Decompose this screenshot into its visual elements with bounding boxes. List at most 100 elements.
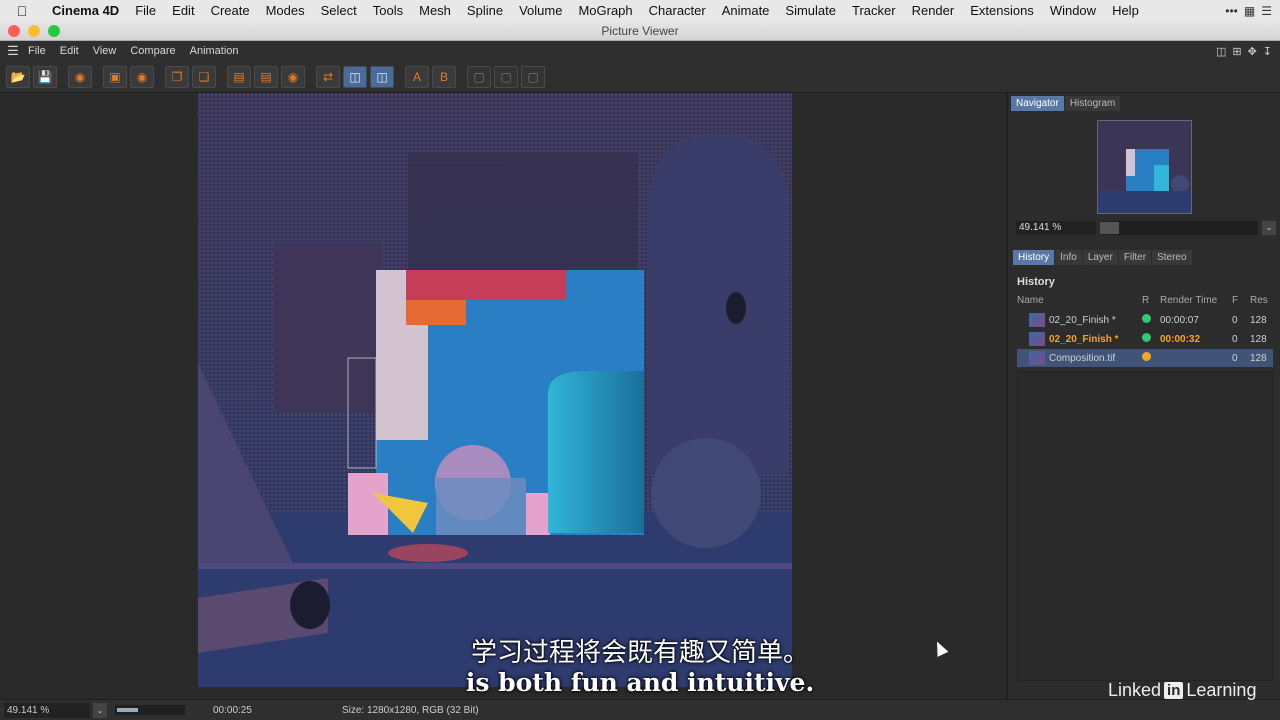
- brand-linked: Linked: [1108, 680, 1162, 700]
- tab-navigator[interactable]: Navigator: [1011, 96, 1064, 111]
- viewer-menu-view[interactable]: View: [91, 45, 125, 57]
- history-thumbnail: [1029, 332, 1045, 346]
- navigator-tabs: Navigator Histogram: [1011, 96, 1121, 111]
- viewer-toolbar: 📂 💾 ◉ ▣ ◉ ❐ ❏ ▤ ▤ ◉ ⇄ ◫ ◫ A B ▢ ▢ ▢: [0, 61, 1280, 93]
- filmstrip-alt-icon[interactable]: ▤: [254, 65, 278, 88]
- new-window-icon[interactable]: ⊞: [1232, 45, 1241, 58]
- history-row-res: 128: [1250, 333, 1267, 345]
- menu-animate[interactable]: Animate: [714, 3, 778, 18]
- menu-file[interactable]: File: [127, 3, 164, 18]
- menu-simulate[interactable]: Simulate: [777, 3, 844, 18]
- history-row-f: 0: [1232, 314, 1238, 326]
- tab-stereo[interactable]: Stereo: [1152, 250, 1192, 265]
- navigator-zoom-row: 49.141 % ⌄: [1016, 220, 1276, 236]
- history-row-name: 02_20_Finish *: [1049, 333, 1119, 345]
- set-a-button[interactable]: A: [405, 65, 429, 88]
- render-progress-fill: [117, 708, 138, 712]
- col-r[interactable]: R: [1142, 295, 1160, 306]
- history-row-res: 128: [1250, 314, 1267, 326]
- menu-window[interactable]: Window: [1042, 3, 1104, 18]
- tab-filter[interactable]: Filter: [1118, 250, 1152, 265]
- zoom-dropdown-icon[interactable]: ⌄: [1262, 221, 1276, 235]
- tab-info[interactable]: Info: [1055, 250, 1082, 265]
- menu-render[interactable]: Render: [904, 3, 963, 18]
- history-row-status: [1142, 333, 1160, 345]
- col-render-time[interactable]: Render Time: [1160, 295, 1232, 306]
- list-icon[interactable]: ☰: [1261, 4, 1272, 18]
- history-row[interactable]: Composition.tif 0 128: [1017, 349, 1273, 367]
- grid-icon[interactable]: ▦: [1244, 4, 1255, 18]
- menu-help[interactable]: Help: [1104, 3, 1147, 18]
- menu-spline[interactable]: Spline: [459, 3, 511, 18]
- split-horizontal-icon[interactable]: ◫: [343, 65, 367, 88]
- split-vertical-icon[interactable]: ◫: [370, 65, 394, 88]
- render-artwork: [198, 93, 792, 687]
- overflow-icon[interactable]: •••: [1225, 4, 1238, 18]
- menu-tracker[interactable]: Tracker: [844, 3, 904, 18]
- navigator-zoom-input[interactable]: 49.141 %: [1016, 221, 1096, 235]
- stereo-right-icon[interactable]: ▢: [521, 65, 545, 88]
- viewer-menu-edit[interactable]: Edit: [58, 45, 87, 57]
- menu-create[interactable]: Create: [203, 3, 258, 18]
- history-row-status: [1142, 352, 1160, 364]
- paste-icon[interactable]: ❏: [192, 65, 216, 88]
- ab-compare-icon[interactable]: ◉: [281, 65, 305, 88]
- menu-mesh[interactable]: Mesh: [411, 3, 459, 18]
- hamburger-icon[interactable]: ☰: [0, 43, 26, 59]
- swap-icon[interactable]: ⇄: [316, 65, 340, 88]
- tab-history[interactable]: History: [1013, 250, 1055, 265]
- subtitle-english: is both fun and intuitive.: [465, 668, 815, 697]
- menu-volume[interactable]: Volume: [511, 3, 570, 18]
- viewer-menu-animation[interactable]: Animation: [188, 45, 247, 57]
- status-dot-icon: [1142, 333, 1151, 342]
- viewer-menu-bar: ☰ File Edit View Compare Animation ◫ ⊞ ✥…: [0, 41, 1280, 61]
- history-row[interactable]: 02_20_Finish * 00:00:32 0 128: [1017, 330, 1273, 348]
- tab-layer[interactable]: Layer: [1082, 250, 1118, 265]
- menu-select[interactable]: Select: [313, 3, 365, 18]
- history-thumbnail: [1029, 313, 1045, 327]
- apple-icon[interactable]: : [0, 3, 44, 19]
- window-title: Picture Viewer: [601, 24, 679, 38]
- menu-tools[interactable]: Tools: [365, 3, 411, 18]
- layout-icon[interactable]: ◫: [1216, 45, 1226, 58]
- navigator-zoom-slider[interactable]: [1100, 221, 1258, 235]
- viewer-menu-compare[interactable]: Compare: [128, 45, 183, 57]
- status-zoom-input[interactable]: 49.141 %: [4, 702, 90, 718]
- filmstrip-icon[interactable]: ▤: [227, 65, 251, 88]
- navigator-thumbnail[interactable]: [1097, 120, 1192, 214]
- save-icon[interactable]: 💾: [33, 65, 57, 88]
- col-name[interactable]: Name: [1017, 295, 1142, 306]
- history-tabs: History Info Layer Filter Stereo: [1013, 250, 1193, 265]
- menu-extensions[interactable]: Extensions: [962, 3, 1042, 18]
- menu-edit[interactable]: Edit: [164, 3, 202, 18]
- col-f[interactable]: F: [1232, 295, 1250, 306]
- tab-histogram[interactable]: Histogram: [1064, 96, 1121, 111]
- panel-icons: ◫ ⊞ ✥ ↧: [1216, 45, 1280, 58]
- open-icon[interactable]: 📂: [6, 65, 30, 88]
- stop-render-icon[interactable]: ▣: [103, 65, 127, 88]
- stereo-left-icon[interactable]: ▢: [494, 65, 518, 88]
- history-row[interactable]: 02_20_Finish * 00:00:07 0 128: [1017, 311, 1273, 329]
- dock-icon[interactable]: ↧: [1263, 45, 1272, 58]
- status-bar: 49.141 % ⌄ 00:00:25 Size: 1280x1280, RGB…: [0, 699, 1280, 720]
- side-panel: Navigator Histogram 49.141 % ⌄ History I…: [1007, 93, 1280, 699]
- viewer-menu-file[interactable]: File: [26, 45, 54, 57]
- menu-modes[interactable]: Modes: [258, 3, 313, 18]
- window-titlebar: Picture Viewer: [0, 21, 1280, 41]
- col-res[interactable]: Res: [1250, 295, 1268, 306]
- image-viewport[interactable]: [0, 93, 1007, 699]
- move-icon[interactable]: ✥: [1248, 45, 1257, 58]
- brand-learning: Learning: [1186, 680, 1257, 700]
- navigator-preview: [1098, 121, 1191, 213]
- render-icon[interactable]: ◉: [68, 65, 92, 88]
- status-zoom-dropdown-icon[interactable]: ⌄: [93, 702, 107, 718]
- region-render-icon[interactable]: ◉: [130, 65, 154, 88]
- set-b-button[interactable]: B: [432, 65, 456, 88]
- copy-icon[interactable]: ❐: [165, 65, 189, 88]
- menu-mograph[interactable]: MoGraph: [570, 3, 640, 18]
- status-dot-icon: [1142, 352, 1151, 361]
- stereo-icon[interactable]: ▢: [467, 65, 491, 88]
- menu-character[interactable]: Character: [641, 3, 714, 18]
- rendered-image: [198, 93, 792, 687]
- app-menu[interactable]: Cinema 4D: [44, 3, 127, 18]
